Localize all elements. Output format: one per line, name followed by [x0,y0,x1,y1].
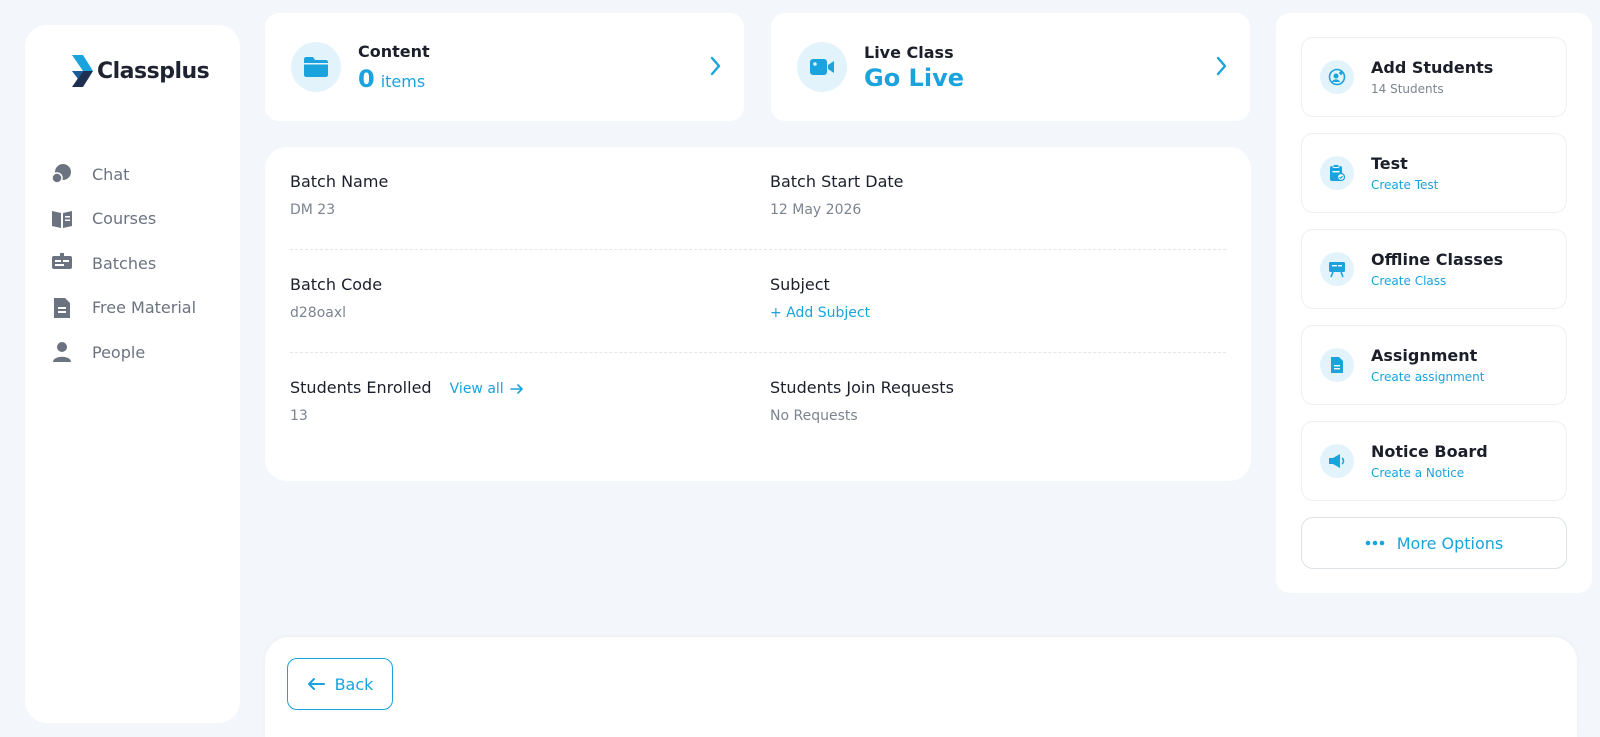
classplus-logo-icon [72,55,93,87]
arrow-left-icon [307,678,325,690]
sidebar-item-free-material[interactable]: Free Material [51,293,196,323]
clipboard-icon [1320,156,1354,190]
board-icon [1320,252,1354,286]
sidebar-item-chat[interactable]: Chat [51,159,196,189]
sidebar: Classplus Chat Courses Batches Free Mate… [25,25,240,723]
assignment-action[interactable]: Assignment Create assignment [1301,325,1567,405]
join-requests-label: Students Join Requests [770,378,954,397]
students-enrolled-label: Students Enrolled [290,378,432,397]
batch-details-card: Batch Name DM 23 Batch Start Date 12 May… [265,147,1251,481]
actions-panel: Add Students 14 Students Test Create Tes… [1276,13,1592,593]
add-subject-link[interactable]: + Add Subject [770,305,870,321]
batch-name-label: Batch Name [290,172,389,191]
students-enrolled-label-row: Students Enrolled View all [290,378,524,397]
add-students-action[interactable]: Add Students 14 Students [1301,37,1567,117]
notice-board-action[interactable]: Notice Board Create a Notice [1301,421,1567,501]
subject-label: Subject [770,275,830,294]
content-card-title: Content [358,41,430,61]
test-action[interactable]: Test Create Test [1301,133,1567,213]
back-button[interactable]: Back [287,658,393,710]
sidebar-item-label: Chat [92,164,130,184]
chevron-right-icon [1216,56,1228,80]
content-count: 0 [358,64,375,93]
sidebar-nav: Chat Courses Batches Free Material Peopl… [51,159,196,382]
sidebar-item-label: Free Material [92,298,197,318]
assignment-icon [1320,348,1354,382]
details-row-1: Batch Name DM 23 Batch Start Date 12 May… [290,147,1226,250]
arrow-right-icon [509,384,523,394]
create-test-link[interactable]: Create Test [1371,178,1438,192]
live-class-title: Live Class [864,42,954,62]
batch-code-label: Batch Code [290,275,383,294]
sidebar-item-people[interactable]: People [51,337,196,367]
test-title: Test [1371,154,1408,173]
more-options-button[interactable]: More Options [1301,517,1567,569]
sidebar-item-label: Batches [92,253,157,273]
view-all-label: View all [449,381,504,397]
details-row-2: Batch Code d28oaxl Subject + Add Subject [290,250,1226,353]
add-student-icon [1320,60,1354,94]
sidebar-item-label: People [92,342,146,362]
back-label: Back [334,674,374,694]
details-row-3: Students Enrolled View all 13 Students J… [290,353,1226,456]
add-students-title: Add Students [1371,58,1494,77]
content-card[interactable]: Content 0 items [265,13,744,121]
bottom-action-bar: Back [265,637,1577,737]
book-icon [51,208,73,230]
sidebar-item-label: Courses [92,209,157,229]
sidebar-item-courses[interactable]: Courses [51,204,196,234]
create-class-link[interactable]: Create Class [1371,274,1503,288]
create-notice-link[interactable]: Create a Notice [1371,466,1488,480]
add-students-subtitle: 14 Students [1371,82,1444,96]
notice-board-title: Notice Board [1371,442,1488,461]
batch-name-value: DM 23 [290,202,336,218]
chat-icon [51,163,73,185]
more-dots-icon [1365,540,1385,546]
batch-code-value: d28oaxl [290,305,347,321]
folder-icon [291,42,341,92]
video-camera-icon [797,42,847,92]
students-enrolled-value: 13 [290,408,308,424]
megaphone-icon [1320,444,1354,478]
chevron-right-icon [710,56,722,80]
assignment-title: Assignment [1371,346,1478,365]
live-class-card[interactable]: Live Class Go Live [771,13,1250,121]
batch-start-date-label: Batch Start Date [770,172,904,191]
view-all-link[interactable]: View all [450,381,524,397]
offline-classes-title: Offline Classes [1371,250,1504,269]
offline-classes-action[interactable]: Offline Classes Create Class [1301,229,1567,309]
document-icon [51,297,73,319]
create-assignment-link[interactable]: Create assignment [1371,370,1484,384]
sidebar-item-batches[interactable]: Batches [51,248,196,278]
content-unit: items [380,71,426,91]
person-icon [51,341,73,363]
more-options-label: More Options [1396,533,1504,553]
batch-start-date-value: 12 May 2026 [770,202,862,218]
brand-logo[interactable]: Classplus [69,55,210,87]
join-requests-value: No Requests [770,408,858,424]
go-live-label: Go Live [864,63,964,92]
batches-icon [51,252,73,274]
brand-name: Classplus [97,58,210,84]
